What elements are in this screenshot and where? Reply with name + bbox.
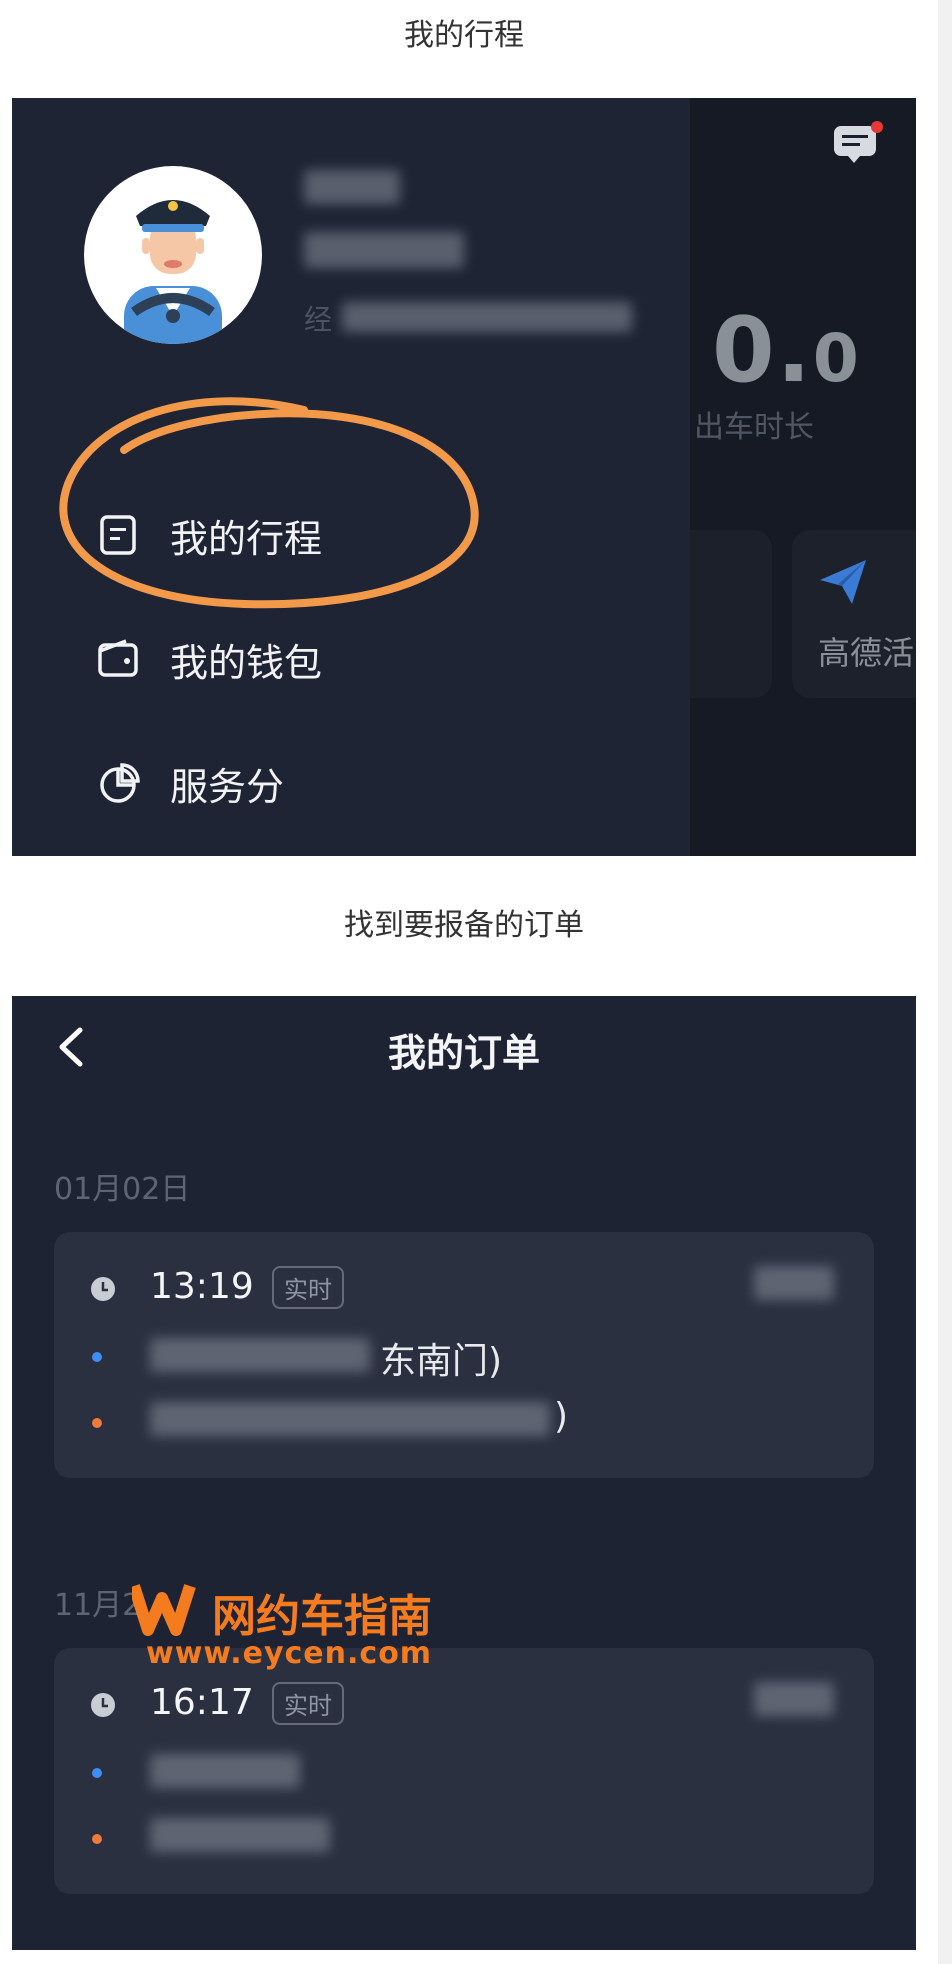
- drawer-item-my-trips[interactable]: 我的行程: [96, 500, 322, 570]
- clock-icon: [91, 1277, 115, 1301]
- start-point-dot: [92, 1768, 102, 1778]
- redacted-start-address: [150, 1338, 370, 1372]
- redacted-price: [754, 1266, 834, 1300]
- order-time: 16:17: [150, 1682, 254, 1723]
- redacted-company: [342, 302, 632, 332]
- end-point-dot: [92, 1418, 102, 1428]
- caption-find-order: 找到要报备的订单: [344, 908, 584, 943]
- redacted-end-address: [150, 1402, 550, 1436]
- company-prefix: 经: [304, 303, 333, 336]
- watermark: 网约车指南 www.eycen.com: [132, 1580, 472, 1671]
- order-date: 11月2: [54, 1588, 142, 1623]
- wallet-icon: [98, 639, 138, 677]
- end-address-suffix: ): [554, 1396, 569, 1437]
- document-icon: [100, 515, 136, 555]
- drive-duration-value: 0.0: [712, 298, 861, 403]
- watermark-title: 网约车指南: [212, 1591, 432, 1642]
- my-orders-screen: 我的订单 01月02日 13:19 实时 东南门) ) 11月2 16:17 实…: [12, 996, 916, 1950]
- caption-my-trips: 我的行程: [404, 18, 524, 53]
- driver-drawer-screen: 0.0 出车时长 高德活 经 我的行程 我的钱包 服务分: [12, 98, 916, 856]
- redacted-start-address: [150, 1754, 300, 1788]
- drawer-item-label: 我的钱包: [170, 640, 323, 685]
- drawer-item-my-wallet[interactable]: 我的钱包: [96, 624, 322, 694]
- redacted-end-address: [150, 1818, 330, 1852]
- redacted-phone: [304, 232, 464, 268]
- start-address-suffix: 东南门): [380, 1341, 503, 1382]
- watermark-logo-icon: [132, 1584, 196, 1636]
- drawer-item-service-score[interactable]: 服务分: [96, 748, 284, 818]
- pie-chart-icon: [100, 763, 140, 803]
- status-badge: 实时: [272, 1266, 344, 1309]
- order-card[interactable]: 16:17 实时: [54, 1648, 874, 1894]
- watermark-url: www.eycen.com: [146, 1636, 433, 1671]
- scrollbar[interactable]: [938, 0, 952, 1964]
- home-background: [690, 98, 916, 856]
- order-card[interactable]: 13:19 实时 东南门) ): [54, 1232, 874, 1478]
- clock-icon: [91, 1693, 115, 1717]
- gaode-activity-label: 高德活: [818, 634, 915, 672]
- side-drawer: 经 我的行程 我的钱包 服务分: [12, 98, 690, 856]
- order-date: 01月02日: [54, 1172, 191, 1207]
- status-badge: 实时: [272, 1682, 344, 1725]
- end-point-dot: [92, 1834, 102, 1844]
- redacted-name: [304, 170, 400, 204]
- avatar[interactable]: [84, 166, 262, 344]
- driver-avatar-icon: [124, 200, 222, 344]
- page-title: 我的订单: [387, 1031, 540, 1075]
- message-icon[interactable]: [832, 120, 884, 164]
- drawer-item-label: 我的行程: [170, 516, 323, 561]
- paper-plane-icon: [820, 560, 866, 604]
- drive-duration-label: 出车时长: [694, 410, 814, 445]
- start-point-dot: [92, 1352, 102, 1362]
- order-time: 13:19: [150, 1266, 254, 1307]
- drawer-item-label: 服务分: [170, 764, 285, 809]
- redacted-price: [754, 1682, 834, 1716]
